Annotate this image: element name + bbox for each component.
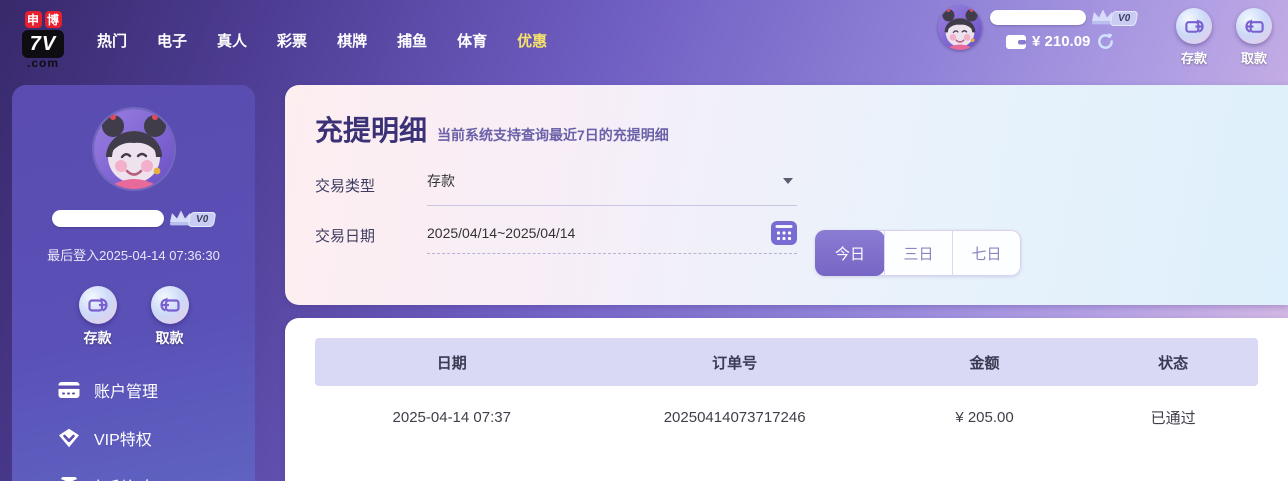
deposit-icon [1184, 16, 1205, 37]
date-range-input[interactable]: 2025/04/14~2025/04/14 [427, 221, 797, 254]
balance-row: ¥ 210.09 [1006, 32, 1137, 51]
panel-header: 充提明细 当前系统支持查询最近7日的充提明细 [315, 109, 1288, 149]
sidebar-item-account-management[interactable]: 账户管理 [58, 378, 255, 402]
withdraw-button[interactable]: 取款 [1232, 8, 1276, 67]
username-redacted [990, 10, 1086, 25]
cell-amount: ¥ 205.00 [881, 386, 1088, 448]
sidebar: V0 最后登入2025-04-14 07:36:30 存款 取款 [12, 85, 255, 481]
filter-form: 交易类型 存款 交易日期 2025/04/14~2025/04/14 [315, 171, 1288, 271]
sidebar-deposit-button[interactable]: 存款 [76, 286, 120, 348]
vip-level-badge: V0 [1110, 11, 1139, 26]
cell-status: 已通过 [1088, 386, 1258, 448]
nav-item-hot[interactable]: 热门 [82, 20, 142, 61]
date-range-value: 2025/04/14~2025/04/14 [427, 225, 575, 241]
tab-seven-days[interactable]: 七日 [952, 231, 1020, 275]
top-quick-actions: 存款 取款 [1172, 8, 1276, 67]
nav-item-lottery[interactable]: 彩票 [262, 20, 322, 61]
deposit-icon [87, 294, 109, 316]
page-title: 充提明细 [315, 109, 427, 149]
username-row: V0 [990, 6, 1137, 28]
calendar-icon[interactable] [771, 221, 797, 245]
sidebar-vip-crown-wrap: V0 [168, 209, 215, 227]
tab-today[interactable]: 今日 [815, 230, 885, 276]
nav-item-promo[interactable]: 优惠 [502, 20, 562, 61]
red-packet-icon [58, 476, 80, 481]
chevron-down-icon [783, 178, 793, 184]
table-row[interactable]: 2025-04-14 07:37 20250414073717246 ¥ 205… [315, 386, 1258, 448]
sidebar-item-bonus-redpacket[interactable]: 红利红包 [58, 474, 255, 481]
deposit-label: 存款 [84, 328, 112, 348]
main-nav: 热门 电子 真人 彩票 棋牌 捕鱼 体育 优惠 [82, 20, 562, 61]
bank-card-icon [58, 380, 80, 400]
cell-order-id: 20250414073717246 [588, 386, 880, 448]
date-range-tabs: 今日 三日 七日 [815, 230, 1021, 276]
sidebar-item-label: 账户管理 [94, 378, 158, 402]
nav-item-fishing[interactable]: 捕鱼 [382, 20, 442, 61]
transaction-date-row: 交易日期 2025/04/14~2025/04/14 [315, 221, 1288, 271]
balance-amount: ¥ 210.09 [1032, 33, 1090, 50]
table-header-row: 日期 订单号 金额 状态 [315, 338, 1258, 386]
sidebar-item-label: 红利红包 [94, 474, 158, 481]
user-info: V0 ¥ 210.09 [938, 6, 1137, 51]
transaction-type-value: 存款 [427, 171, 455, 191]
brand-name: 7V [22, 30, 64, 58]
top-bar: 申 博 7V .com 热门 电子 真人 彩票 棋牌 捕鱼 体育 优惠 [0, 0, 1288, 80]
cell-date: 2025-04-14 07:37 [315, 386, 588, 448]
nav-item-chess[interactable]: 棋牌 [322, 20, 382, 61]
brand-badge-left: 申 [25, 11, 42, 28]
app-window: 申 博 7V .com 热门 电子 真人 彩票 棋牌 捕鱼 体育 优惠 [0, 0, 1288, 481]
sidebar-username-redacted [52, 210, 164, 227]
sidebar-withdraw-button[interactable]: 取款 [148, 286, 192, 348]
brand-logo[interactable]: 申 博 7V .com [10, 11, 76, 70]
transaction-type-label: 交易类型 [315, 171, 427, 196]
withdraw-icon [1244, 16, 1265, 37]
main-content: 充提明细 当前系统支持查询最近7日的充提明细 交易类型 存款 交易日期 2025… [285, 85, 1288, 481]
sidebar-quick-actions: 存款 取款 [76, 286, 192, 348]
transaction-type-row: 交易类型 存款 [315, 171, 1288, 221]
brand-badge-right: 博 [45, 11, 62, 28]
avatar[interactable] [938, 6, 982, 50]
sidebar-username-row: V0 [52, 209, 215, 227]
col-header-status: 状态 [1088, 338, 1258, 386]
nav-item-sports[interactable]: 体育 [442, 20, 502, 61]
nav-item-live[interactable]: 真人 [202, 20, 262, 61]
col-header-date: 日期 [315, 338, 588, 386]
sidebar-item-vip-privilege[interactable]: VIP特权 [58, 426, 255, 450]
user-meta: V0 ¥ 210.09 [990, 6, 1137, 51]
filter-panel: 充提明细 当前系统支持查询最近7日的充提明细 交易类型 存款 交易日期 2025… [285, 85, 1288, 305]
refresh-balance-icon[interactable] [1096, 32, 1115, 51]
records-panel: 日期 订单号 金额 状态 2025-04-14 07:37 2025041407… [285, 318, 1288, 481]
vip-crown-wrap: V0 [1090, 8, 1137, 26]
brand-tld: .com [27, 56, 59, 70]
brand-badges: 申 博 [25, 11, 62, 28]
sidebar-item-label: VIP特权 [94, 426, 152, 450]
nav-item-slots[interactable]: 电子 [142, 20, 202, 61]
records-table: 日期 订单号 金额 状态 2025-04-14 07:37 2025041407… [315, 338, 1258, 448]
deposit-circle [1176, 8, 1212, 44]
vip-level-badge: V0 [188, 212, 217, 227]
sidebar-menu: 账户管理 VIP特权 红利红包 [12, 378, 255, 481]
withdraw-circle [1236, 8, 1272, 44]
col-header-amount: 金额 [881, 338, 1088, 386]
deposit-button[interactable]: 存款 [1172, 8, 1216, 67]
withdraw-label: 取款 [1241, 48, 1267, 67]
tab-three-days[interactable]: 三日 [884, 231, 952, 275]
withdraw-icon [159, 294, 181, 316]
sidebar-avatar[interactable] [94, 109, 174, 189]
last-login-text: 最后登入2025-04-14 07:36:30 [47, 245, 220, 264]
transaction-type-select[interactable]: 存款 [427, 171, 797, 206]
transaction-date-label: 交易日期 [315, 221, 427, 246]
withdraw-circle [151, 286, 189, 324]
page-subtitle: 当前系统支持查询最近7日的充提明细 [437, 125, 669, 145]
col-header-order-id: 订单号 [588, 338, 880, 386]
withdraw-label: 取款 [156, 328, 184, 348]
wallet-icon [1006, 34, 1026, 50]
vip-diamond-icon [58, 428, 80, 448]
deposit-label: 存款 [1181, 48, 1207, 67]
deposit-circle [79, 286, 117, 324]
